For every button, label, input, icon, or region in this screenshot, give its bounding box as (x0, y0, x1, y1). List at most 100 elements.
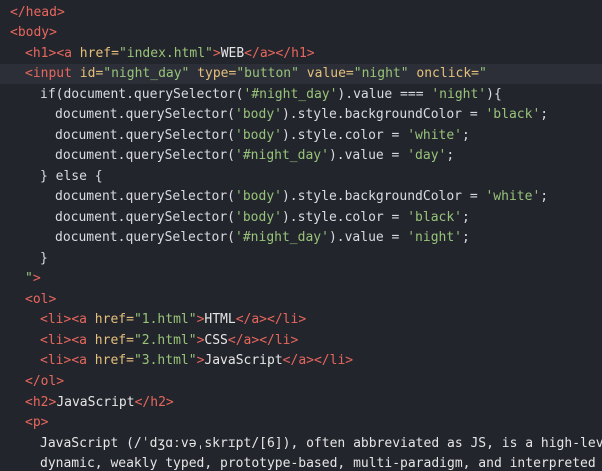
code-token: onclick= (416, 66, 480, 81)
code-token: href= (79, 46, 119, 61)
code-line[interactable]: <li><a href="1.html">HTML</a></li> (40, 310, 306, 330)
code-token: JavaScript (204, 353, 283, 368)
code-token: <li> (40, 333, 72, 348)
code-token: 'day' (407, 148, 447, 163)
code-token: 'body' (235, 210, 282, 225)
code-token: '#night_day' (235, 148, 329, 163)
code-token: </h1> (275, 46, 315, 61)
code-token: </h2> (134, 395, 174, 410)
code-token: 'night' (431, 87, 487, 102)
code-token: ).value = (328, 148, 408, 163)
code-token: WEB (220, 46, 245, 61)
code-line[interactable]: <h1><a href="index.html">WEB</a></h1> (25, 44, 315, 64)
code-token: "night" (353, 66, 417, 81)
code-line[interactable]: <ol> (25, 290, 56, 310)
code-token: </ol> (25, 374, 65, 389)
code-token: type= (197, 66, 237, 81)
code-token: ).value = (328, 230, 408, 245)
code-token: > (212, 46, 221, 61)
code-token: href= (94, 333, 134, 348)
code-line[interactable]: } else { (40, 167, 103, 187)
code-token: "1.html" (133, 312, 197, 327)
code-line-active[interactable]: <input id="night_day" type="button" valu… (0, 64, 602, 84)
code-token: ){ (486, 87, 502, 102)
code-token: HTML (204, 312, 236, 327)
code-token: ; (540, 107, 549, 122)
code-token: ; (462, 128, 470, 143)
code-token: 'night' (407, 230, 463, 245)
code-token: > (32, 271, 41, 286)
code-token: "2.html" (133, 333, 197, 348)
code-token: <ol> (25, 292, 57, 307)
code-token: JavaScript (56, 395, 135, 410)
code-token: <a (71, 333, 95, 348)
code-editor[interactable]: </head> <body> <h1><a href="index.html">… (0, 0, 602, 471)
code-token: 'white' (407, 128, 463, 143)
code-token: 'black' (407, 210, 463, 225)
code-token: ; (462, 230, 470, 245)
code-line[interactable]: document.querySelector('#night_day').val… (55, 146, 454, 166)
code-token: </a> (235, 312, 268, 327)
code-line[interactable]: document.querySelector('body').style.col… (55, 126, 470, 146)
code-token: 'body' (235, 107, 282, 122)
code-token: } (40, 251, 48, 266)
code-line[interactable]: JavaScript (/ˈdʒɑːvəˌskrɪpt/[6]), often … (40, 434, 602, 454)
code-token: "button" (236, 66, 307, 81)
code-token: ).style.backgroundColor = (281, 107, 486, 122)
code-token: dynamic, weakly typed, prototype-based, … (40, 456, 596, 471)
code-token: '#night_day' (235, 230, 329, 245)
code-token: " (25, 271, 33, 286)
code-token: } else { (40, 169, 103, 184)
code-line[interactable]: } (40, 249, 48, 269)
code-line[interactable]: dynamic, weakly typed, prototype-based, … (40, 454, 596, 471)
code-token: "3.html" (133, 353, 197, 368)
code-line[interactable]: <body> (10, 23, 57, 43)
code-line[interactable]: document.querySelector('body').style.col… (55, 208, 470, 228)
code-token: </li> (313, 353, 354, 368)
code-line[interactable]: document.querySelector('body').style.bac… (55, 187, 548, 207)
code-token: 'body' (235, 128, 282, 143)
code-token: "night_day" (103, 66, 198, 81)
code-line[interactable]: if(document.querySelector('#night_day').… (40, 85, 502, 105)
code-token: ).value === (337, 87, 432, 102)
code-line[interactable]: </ol> (25, 372, 64, 392)
code-token: <h2> (25, 395, 57, 410)
code-line[interactable]: document.querySelector('body').style.bac… (55, 105, 548, 125)
code-line[interactable]: </head> (10, 3, 65, 23)
code-token: </li> (259, 333, 299, 348)
code-token: JavaScript (/ˈdʒɑːvəˌskrɪpt/[6]), often … (40, 436, 602, 451)
code-line[interactable]: <h2>JavaScript</h2> (25, 393, 174, 413)
code-token: href= (94, 353, 134, 368)
code-line[interactable]: document.querySelector('#night_day').val… (55, 228, 470, 248)
code-token: 'black' (485, 107, 541, 122)
code-token: <input (25, 66, 80, 81)
code-token: 'body' (235, 189, 282, 204)
code-token: </a> (282, 353, 314, 368)
code-token: document.querySelector( (55, 148, 236, 163)
code-token: <li> (40, 353, 72, 368)
code-token: <body> (10, 25, 57, 40)
code-token: </a> (227, 333, 260, 348)
code-token: ).style.backgroundColor = (281, 189, 486, 204)
code-line[interactable]: <li><a href="2.html">CSS</a></li> (40, 331, 298, 351)
code-token: <p> (25, 415, 49, 430)
code-line[interactable]: <p> (25, 413, 48, 433)
code-token: </li> (267, 312, 307, 327)
code-token: " (479, 66, 487, 81)
code-token: "index.html" (118, 46, 213, 61)
code-line[interactable]: <li><a href="3.html">JavaScript</a></li> (40, 351, 353, 371)
code-token: value= (306, 66, 354, 81)
code-token: <h1> (25, 46, 57, 61)
code-token: <a (56, 46, 80, 61)
code-token: ; (462, 210, 470, 225)
code-token: </a> (244, 46, 276, 61)
code-token: 'white' (485, 189, 541, 204)
code-token: document.querySelector( (55, 128, 236, 143)
code-token: ).style.color = (281, 128, 408, 143)
code-token: CSS (204, 333, 228, 348)
code-token: document.querySelector( (55, 230, 236, 245)
code-token: <li> (40, 312, 72, 327)
code-token: <a (71, 353, 95, 368)
code-token: document.querySelector( (55, 189, 236, 204)
code-line[interactable]: "> (25, 269, 41, 289)
